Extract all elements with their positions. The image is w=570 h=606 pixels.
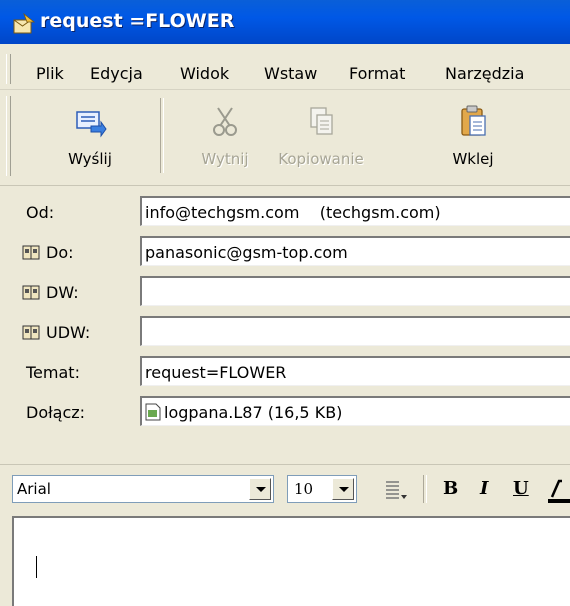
from-row: Od: info@techgsm.com (techgsm.com) <box>0 192 570 230</box>
toolbar-separator <box>160 98 164 173</box>
send-button[interactable]: Wyślij <box>40 90 140 185</box>
bold-button[interactable]: B <box>443 478 458 506</box>
subject-label: Temat: <box>26 363 80 382</box>
cut-label: Wytnij <box>201 150 249 168</box>
from-value: info@techgsm.com (techgsm.com) <box>145 203 441 222</box>
attachment-name: logpana.L87 (16,5 KB) <box>164 403 343 422</box>
italic-button[interactable]: I <box>480 478 488 506</box>
bcc-field[interactable] <box>140 316 570 346</box>
to-label: Do: <box>46 243 74 262</box>
cc-field[interactable] <box>140 276 570 306</box>
cc-label-button[interactable]: DW: <box>22 283 79 302</box>
attachment-item[interactable]: logpana.L87 (16,5 KB) <box>145 403 342 422</box>
menu-edycja[interactable]: Edycja <box>90 64 143 83</box>
cut-button[interactable]: Wytnij <box>180 90 270 185</box>
copy-label: Kopiowanie <box>278 150 364 168</box>
subject-value: request=FLOWER <box>145 363 287 382</box>
from-field[interactable]: info@techgsm.com (techgsm.com) <box>140 196 570 226</box>
message-body[interactable] <box>12 516 570 606</box>
underline-button[interactable]: U <box>513 478 529 506</box>
window-title: request =FLOWER <box>40 10 235 32</box>
menu-format[interactable]: Format <box>349 64 405 83</box>
font-value: Arial <box>17 480 51 498</box>
address-book-icon <box>22 245 40 260</box>
bcc-row: UDW: <box>0 312 570 350</box>
scissors-icon <box>213 107 237 136</box>
attach-field[interactable]: logpana.L87 (16,5 KB) <box>140 396 570 426</box>
to-row: Do: panasonic@gsm-top.com <box>0 232 570 270</box>
to-field[interactable]: panasonic@gsm-top.com <box>140 236 570 266</box>
paste-button[interactable]: Wklej <box>435 90 511 185</box>
subject-row: Temat: request=FLOWER <box>0 352 570 390</box>
size-dropdown-arrow-icon[interactable] <box>332 478 354 500</box>
format-separator <box>423 475 427 503</box>
bcc-label-button[interactable]: UDW: <box>22 323 90 342</box>
attach-label: Dołącz: <box>26 403 86 422</box>
address-book-icon <box>22 325 40 340</box>
menu-bar: Plik Edycja Widok Wstaw Format Narzędzia <box>0 44 570 90</box>
font-size-select[interactable]: 10 <box>287 475 357 503</box>
title-bar: request =FLOWER <box>0 0 570 44</box>
toolbar: Wyślij Wytnij Kopiowanie Wklej <box>0 90 570 186</box>
font-size-value: 10 <box>294 480 314 498</box>
to-value: panasonic@gsm-top.com <box>145 243 348 262</box>
copy-button[interactable]: Kopiowanie <box>265 90 377 185</box>
bcc-label: UDW: <box>46 323 91 342</box>
paste-label: Wklej <box>452 150 494 168</box>
send-icon <box>76 111 107 138</box>
subject-field[interactable]: request=FLOWER <box>140 356 570 386</box>
send-label: Wyślij <box>68 150 112 168</box>
menu-grip[interactable] <box>6 54 11 84</box>
message-headers: Od: info@techgsm.com (techgsm.com) Do: p… <box>0 186 570 458</box>
copy-icon <box>310 107 333 135</box>
toolbar-grip[interactable] <box>6 96 11 176</box>
bullet-list-icon[interactable] <box>383 477 409 503</box>
menu-plik[interactable]: Plik <box>36 64 64 83</box>
menu-wstaw[interactable]: Wstaw <box>264 64 317 83</box>
font-select[interactable]: Arial <box>12 475 274 503</box>
font-dropdown-arrow-icon[interactable] <box>249 478 271 500</box>
cc-label: DW: <box>46 283 79 302</box>
formatting-toolbar: Arial 10 B I U <box>0 464 570 513</box>
menu-widok[interactable]: Widok <box>180 64 229 83</box>
address-book-icon <box>22 285 40 300</box>
clipboard-icon <box>461 105 486 136</box>
attachment-file-icon <box>145 403 161 421</box>
attach-row: Dołącz: logpana.L87 (16,5 KB) <box>0 392 570 430</box>
font-color-icon[interactable] <box>548 479 570 503</box>
text-caret <box>36 556 37 578</box>
cc-row: DW: <box>0 272 570 310</box>
menu-narzedzia[interactable]: Narzędzia <box>445 64 524 83</box>
outlook-compose-icon <box>13 13 36 34</box>
from-label: Od: <box>26 203 55 222</box>
to-label-button[interactable]: Do: <box>22 243 74 262</box>
